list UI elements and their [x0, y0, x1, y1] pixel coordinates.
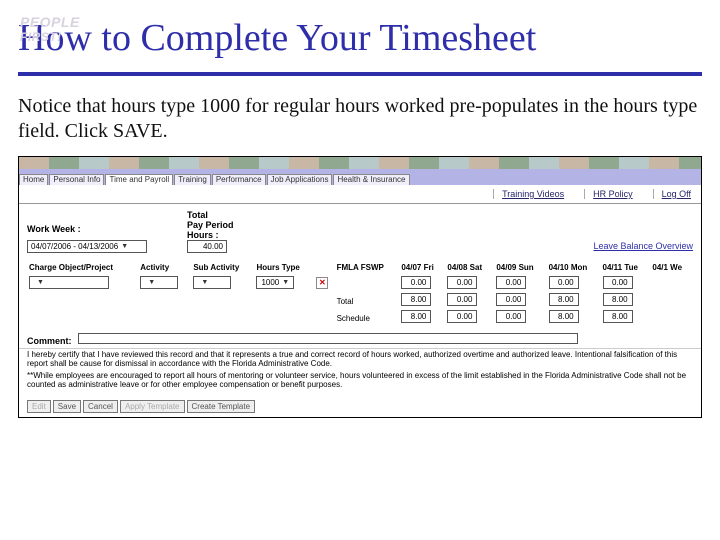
sched-d3: 0.00 — [496, 310, 526, 323]
pay-period-hours: 40.00 — [187, 240, 227, 253]
pp-label1: Total — [187, 210, 234, 220]
th-fmla: FMLA FSWP — [335, 261, 400, 274]
th-charge: Charge Object/Project — [27, 261, 138, 274]
sched-d2: 0.00 — [447, 310, 477, 323]
timesheet-app: Home Personal Info Time and Payroll Trai… — [18, 156, 702, 418]
tab-time-payroll[interactable]: Time and Payroll — [105, 174, 173, 185]
link-training-videos[interactable]: Training Videos — [493, 189, 564, 199]
total-d4: 8.00 — [549, 293, 579, 306]
tab-performance[interactable]: Performance — [212, 174, 266, 185]
edit-button[interactable]: Edit — [27, 400, 51, 413]
sched-d4: 8.00 — [549, 310, 579, 323]
page-title: How to Complete Your Timesheet — [18, 18, 702, 60]
pp-label3: Hours : — [187, 230, 234, 240]
table-row: 1000 0.00 0.00 0.00 0.00 0.00 — [27, 274, 693, 291]
delete-row-icon[interactable] — [316, 277, 328, 289]
charge-field[interactable] — [29, 276, 109, 289]
th-activity: Activity — [138, 261, 191, 274]
link-logoff[interactable]: Log Off — [653, 189, 691, 199]
tab-training[interactable]: Training — [174, 174, 211, 185]
th-d3: 04/09 Sun — [494, 261, 546, 274]
title-rule — [18, 72, 702, 76]
work-week-select[interactable]: 04/07/2006 - 04/13/2006 — [27, 240, 147, 253]
hours-table: Charge Object/Project Activity Sub Activ… — [27, 261, 693, 325]
th-d6: 04/1 We — [650, 261, 693, 274]
work-week-label: Work Week : — [27, 224, 147, 234]
hrs-d5[interactable]: 0.00 — [603, 276, 633, 289]
comment-field[interactable] — [78, 333, 578, 344]
total-label: Total — [335, 291, 400, 308]
th-d5: 04/11 Tue — [601, 261, 651, 274]
total-d3: 0.00 — [496, 293, 526, 306]
hrs-d3[interactable]: 0.00 — [496, 276, 526, 289]
total-d1: 8.00 — [401, 293, 431, 306]
schedule-label: Schedule — [335, 308, 400, 325]
total-d5: 8.00 — [603, 293, 633, 306]
util-links: Training Videos HR Policy Log Off — [19, 185, 701, 204]
tab-home[interactable]: Home — [19, 174, 48, 185]
save-button[interactable]: Save — [53, 400, 81, 413]
th-htype: Hours Type — [254, 261, 314, 274]
leave-balance-link[interactable]: Leave Balance Overview — [593, 241, 693, 251]
logo-line1: PEOPLE — [20, 14, 80, 30]
app-banner — [19, 157, 701, 169]
tab-personal[interactable]: Personal Info — [49, 174, 104, 185]
th-d1: 04/07 Fri — [399, 261, 445, 274]
create-template-button[interactable]: Create Template — [187, 400, 256, 413]
th-sub: Sub Activity — [191, 261, 254, 274]
comment-label: Comment: — [27, 336, 72, 346]
link-hr-policy[interactable]: HR Policy — [584, 189, 633, 199]
tab-health[interactable]: Health & Insurance — [333, 174, 409, 185]
tab-jobs[interactable]: Job Applications — [267, 174, 333, 185]
logo: PEOPLE FIRST! — [20, 14, 80, 44]
sched-d5: 8.00 — [603, 310, 633, 323]
action-bar: Edit Save Cancel Apply Template Create T… — [19, 396, 701, 417]
disclaimer-1: I hereby certify that I have reviewed th… — [27, 351, 693, 369]
hrs-d2[interactable]: 0.00 — [447, 276, 477, 289]
hrs-d4[interactable]: 0.00 — [549, 276, 579, 289]
hours-type-field[interactable]: 1000 — [256, 276, 294, 289]
pp-label2: Pay Period — [187, 220, 234, 230]
th-d4: 04/10 Mon — [547, 261, 601, 274]
sched-d1: 8.00 — [401, 310, 431, 323]
total-d2: 0.00 — [447, 293, 477, 306]
apply-template-button[interactable]: Apply Template — [120, 400, 185, 413]
sub-activity-field[interactable] — [193, 276, 231, 289]
th-d2: 04/08 Sat — [445, 261, 494, 274]
logo-line2: FIRST! — [20, 30, 80, 44]
activity-field[interactable] — [140, 276, 178, 289]
nav-tabs: Home Personal Info Time and Payroll Trai… — [19, 169, 701, 185]
cancel-button[interactable]: Cancel — [83, 400, 118, 413]
hrs-d1[interactable]: 0.00 — [401, 276, 431, 289]
instruction-text: Notice that hours type 1000 for regular … — [18, 94, 702, 144]
disclaimer-2: **While employees are encouraged to repo… — [27, 372, 693, 390]
